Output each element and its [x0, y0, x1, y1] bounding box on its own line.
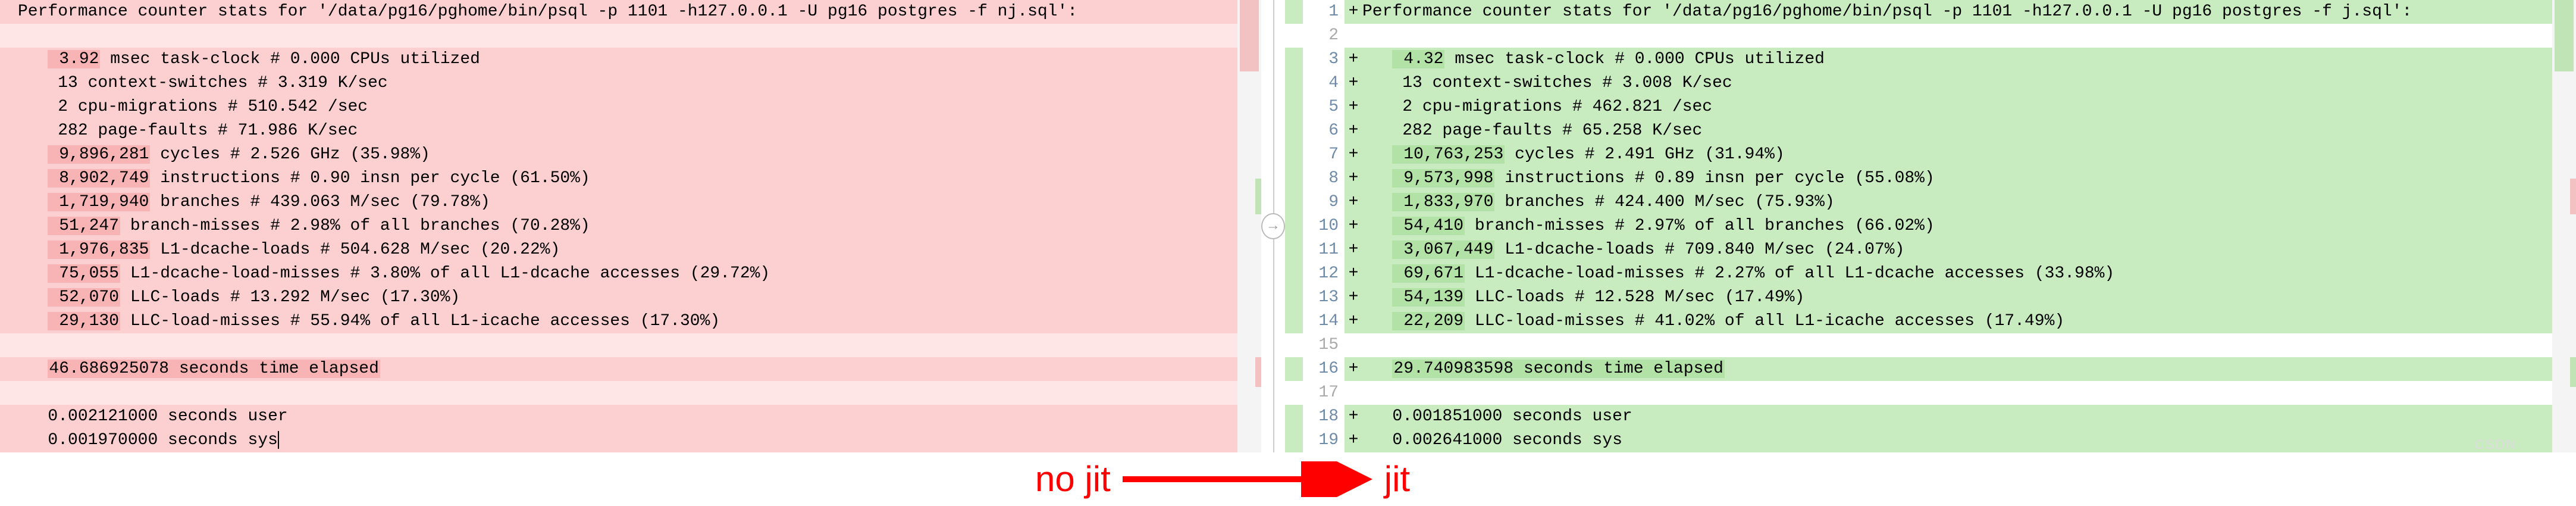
- line-number: 9: [1303, 190, 1345, 214]
- line-number: 13: [1303, 286, 1345, 310]
- blank-line: 2: [1285, 24, 2576, 48]
- elapsed-line: 46.686925078 seconds time elapsed: [0, 357, 1261, 381]
- line-number: 6: [1303, 119, 1345, 143]
- perf-line: 282 page-faults # 71.986 K/sec: [0, 119, 1261, 143]
- perf-line: 1,719,940 branches # 439.063 M/sec (79.7…: [0, 190, 1261, 214]
- left-pane: Performance counter stats for '/data/pg1…: [0, 0, 1261, 452]
- text-cursor: [278, 431, 279, 449]
- perf-line: 3+ 4.32 msec task-clock # 0.000 CPUs uti…: [1285, 48, 2576, 71]
- user-line: 0.002121000 seconds user: [0, 405, 1261, 429]
- sys-line: 0.001970000 seconds sys: [0, 429, 1261, 452]
- right-pane: 1+Performance counter stats for '/data/p…: [1285, 0, 2576, 452]
- line-number: 11: [1303, 238, 1345, 262]
- header-text: Performance counter stats for '/data/pg1…: [18, 2, 1077, 21]
- perf-line: 5+ 2 cpu-migrations # 462.821 /sec: [1285, 95, 2576, 119]
- perf-line: 9,896,281 cycles # 2.526 GHz (35.98%): [0, 143, 1261, 167]
- arrow-right-icon: [1123, 461, 1372, 497]
- line-number: 2: [1303, 24, 1345, 48]
- line-number: 10: [1303, 214, 1345, 238]
- perf-line: 14+ 22,209 LLC-load-misses # 41.02% of a…: [1285, 310, 2576, 333]
- watermark: CSDN: [2475, 437, 2517, 452]
- no-jit-label: no jit: [1035, 458, 1111, 499]
- perf-line: 52,070 LLC-loads # 13.292 M/sec (17.30%): [0, 286, 1261, 310]
- line-number: 7: [1303, 143, 1345, 167]
- perf-line: 13+ 54,139 LLC-loads # 12.528 M/sec (17.…: [1285, 286, 2576, 310]
- perf-line: 51,247 branch-misses # 2.98% of all bran…: [0, 214, 1261, 238]
- elapsed-line: 16+ 29.740983598 seconds time elapsed: [1285, 357, 2576, 381]
- pane-divider[interactable]: →: [1261, 0, 1285, 452]
- blank-line: [0, 24, 1261, 48]
- annotation: no jit jit: [1035, 458, 1410, 499]
- line-number: 19: [1303, 429, 1345, 452]
- perf-line: 75,055 L1-dcache-load-misses # 3.80% of …: [0, 262, 1261, 286]
- perf-line: 10+ 54,410 branch-misses # 2.97% of all …: [1285, 214, 2576, 238]
- jit-label: jit: [1384, 458, 1410, 499]
- line-number: 12: [1303, 262, 1345, 286]
- header-line: Performance counter stats for '/data/pg1…: [0, 0, 1261, 24]
- perf-line: 8,902,749 instructions # 0.90 insn per c…: [0, 167, 1261, 190]
- line-number: 14: [1303, 310, 1345, 333]
- blank-line: 15: [1285, 333, 2576, 357]
- header-text: Performance counter stats for '/data/pg1…: [1362, 2, 2412, 21]
- user-line: 18+ 0.001851000 seconds user: [1285, 405, 2576, 429]
- perf-line: 8+ 9,573,998 instructions # 0.89 insn pe…: [1285, 167, 2576, 190]
- blank-line: [0, 381, 1261, 405]
- line-number: 16: [1303, 357, 1345, 381]
- perf-line: 11+ 3,067,449 L1-dcache-loads # 709.840 …: [1285, 238, 2576, 262]
- perf-line: 1,976,835 L1-dcache-loads # 504.628 M/se…: [0, 238, 1261, 262]
- perf-line: 9+ 1,833,970 branches # 424.400 M/sec (7…: [1285, 190, 2576, 214]
- perf-line: 6+ 282 page-faults # 65.258 K/sec: [1285, 119, 2576, 143]
- perf-line: 2 cpu-migrations # 510.542 /sec: [0, 95, 1261, 119]
- line-number: 15: [1303, 333, 1345, 357]
- line-number: 5: [1303, 95, 1345, 119]
- header-line: 1+Performance counter stats for '/data/p…: [1285, 0, 2576, 24]
- perf-line: 29,130 LLC-load-misses # 55.94% of all L…: [0, 310, 1261, 333]
- line-number: 8: [1303, 167, 1345, 190]
- perf-line: 7+ 10,763,253 cycles # 2.491 GHz (31.94%…: [1285, 143, 2576, 167]
- minimap-left[interactable]: [1237, 0, 1261, 452]
- perf-line: 13 context-switches # 3.319 K/sec: [0, 71, 1261, 95]
- minimap-right[interactable]: [2552, 0, 2576, 452]
- line-number: 18: [1303, 405, 1345, 429]
- blank-line: 17: [1285, 381, 2576, 405]
- line-number: 17: [1303, 381, 1345, 405]
- blank-line: [0, 333, 1261, 357]
- perf-line: 4+ 13 context-switches # 3.008 K/sec: [1285, 71, 2576, 95]
- line-number: 1: [1303, 0, 1345, 24]
- sys-line: 19+ 0.002641000 seconds sys: [1285, 429, 2576, 452]
- perf-line: 12+ 69,671 L1-dcache-load-misses # 2.27%…: [1285, 262, 2576, 286]
- swap-panes-icon[interactable]: →: [1261, 213, 1285, 239]
- perf-line: 3.92 msec task-clock # 0.000 CPUs utiliz…: [0, 48, 1261, 71]
- line-number: 3: [1303, 48, 1345, 71]
- line-number: 4: [1303, 71, 1345, 95]
